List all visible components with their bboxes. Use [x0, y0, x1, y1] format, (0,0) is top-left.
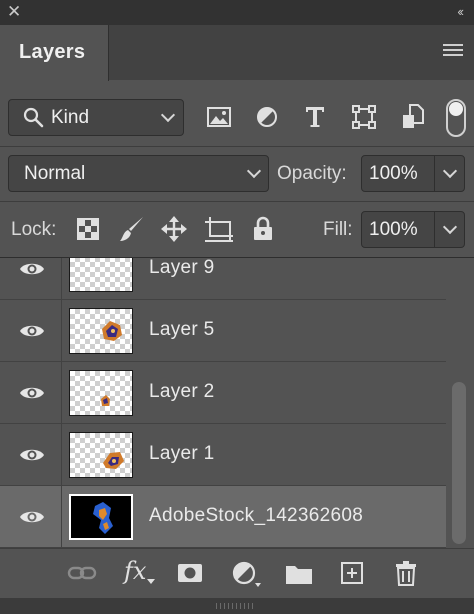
sprite-image — [101, 395, 110, 406]
filter-kind-select[interactable]: Kind — [8, 99, 184, 136]
layer-row[interactable]: Layer 9 — [0, 258, 446, 300]
layer-thumbnail — [69, 432, 133, 478]
panel-tab-bar: Layers — [0, 25, 474, 81]
type-filter-icon[interactable] — [304, 105, 326, 129]
opacity-field[interactable]: 100% — [361, 155, 465, 192]
layer-row[interactable]: Layer 1 — [0, 424, 446, 486]
link-layers-icon[interactable] — [67, 565, 97, 581]
adjustment-filter-icon[interactable] — [256, 106, 278, 128]
layer-name: Layer 1 — [149, 443, 215, 464]
close-icon[interactable]: ✕ — [7, 3, 21, 21]
sprite-image — [103, 452, 124, 469]
layer-name: Layer 9 — [149, 258, 215, 278]
lock-image-pixels-icon[interactable] — [118, 215, 146, 243]
chevron-down-icon — [160, 107, 176, 123]
fx-dropdown-indicator — [147, 579, 155, 584]
new-layer-icon[interactable] — [340, 561, 364, 585]
visibility-toggle[interactable] — [0, 258, 62, 300]
layer-thumbnail — [69, 494, 133, 540]
sprite-image — [102, 321, 122, 341]
collapse-panel-icon[interactable]: ‹‹ — [457, 4, 464, 19]
divider — [0, 146, 474, 147]
lock-position-icon[interactable] — [160, 215, 188, 243]
layer-name: Layer 2 — [149, 381, 215, 402]
visibility-toggle[interactable] — [0, 362, 62, 424]
opacity-label: Opacity: — [277, 163, 347, 184]
layers-list[interactable]: Layer 9 Layer 5 Layer 2 Layer 1 AdobeSto… — [0, 258, 474, 548]
eye-icon — [20, 325, 44, 337]
new-group-icon[interactable] — [285, 563, 313, 585]
layer-thumbnail — [69, 308, 133, 354]
chevron-down-icon — [246, 163, 262, 179]
panel-title-bar: ✕ ‹‹ — [0, 0, 474, 25]
eye-icon — [20, 449, 44, 461]
tab-layers-label: Layers — [19, 41, 86, 63]
panel-resize-bar[interactable] — [0, 598, 474, 614]
lock-all-icon[interactable] — [252, 216, 274, 242]
tab-layers[interactable]: Layers — [0, 25, 109, 81]
image-filter-icon[interactable] — [206, 105, 232, 129]
layer-row[interactable]: Layer 5 — [0, 300, 446, 362]
visibility-toggle[interactable] — [0, 424, 62, 486]
fill-label: Fill: — [323, 219, 353, 240]
filter-kind-label: Kind — [51, 107, 90, 128]
layer-name: AdobeStock_142362608 — [149, 505, 364, 526]
visibility-toggle[interactable] — [0, 486, 62, 548]
layer-row-selected[interactable]: AdobeStock_142362608 — [0, 486, 446, 548]
smart-object-filter-icon[interactable] — [402, 104, 424, 130]
eye-icon — [20, 511, 44, 523]
panel-menu-icon[interactable] — [443, 44, 463, 58]
blend-mode-select[interactable]: Normal — [8, 155, 269, 192]
search-icon — [23, 107, 44, 128]
delete-layer-icon[interactable] — [394, 560, 418, 586]
add-mask-icon[interactable] — [177, 563, 203, 583]
layers-scrollbar-thumb[interactable] — [452, 382, 466, 544]
eye-icon — [20, 387, 44, 399]
visibility-toggle[interactable] — [0, 300, 62, 362]
resize-grip-icon[interactable] — [216, 603, 256, 609]
blend-mode-value: Normal — [24, 163, 86, 184]
layer-thumbnail — [69, 258, 133, 292]
chevron-down-icon — [442, 163, 458, 179]
panel-footer: fx — [0, 548, 474, 598]
filter-toggle-icon[interactable] — [446, 99, 466, 137]
sprite-image — [93, 502, 113, 534]
lock-label: Lock: — [11, 219, 57, 240]
lock-transparent-pixels-icon[interactable] — [77, 218, 99, 240]
chevron-down-icon — [442, 219, 458, 235]
opacity-value: 100% — [369, 163, 418, 184]
shape-filter-icon[interactable] — [352, 105, 376, 129]
layer-row[interactable]: Layer 2 — [0, 362, 446, 424]
adjustment-layer-icon[interactable] — [232, 561, 264, 589]
divider — [0, 201, 474, 202]
lock-artboard-icon[interactable] — [204, 216, 234, 242]
fill-field[interactable]: 100% — [361, 211, 465, 248]
fill-value: 100% — [369, 219, 418, 240]
eye-icon — [20, 263, 44, 275]
layer-thumbnail — [69, 370, 133, 416]
fx-icon[interactable]: fx — [124, 557, 146, 585]
layer-name: Layer 5 — [149, 319, 215, 340]
